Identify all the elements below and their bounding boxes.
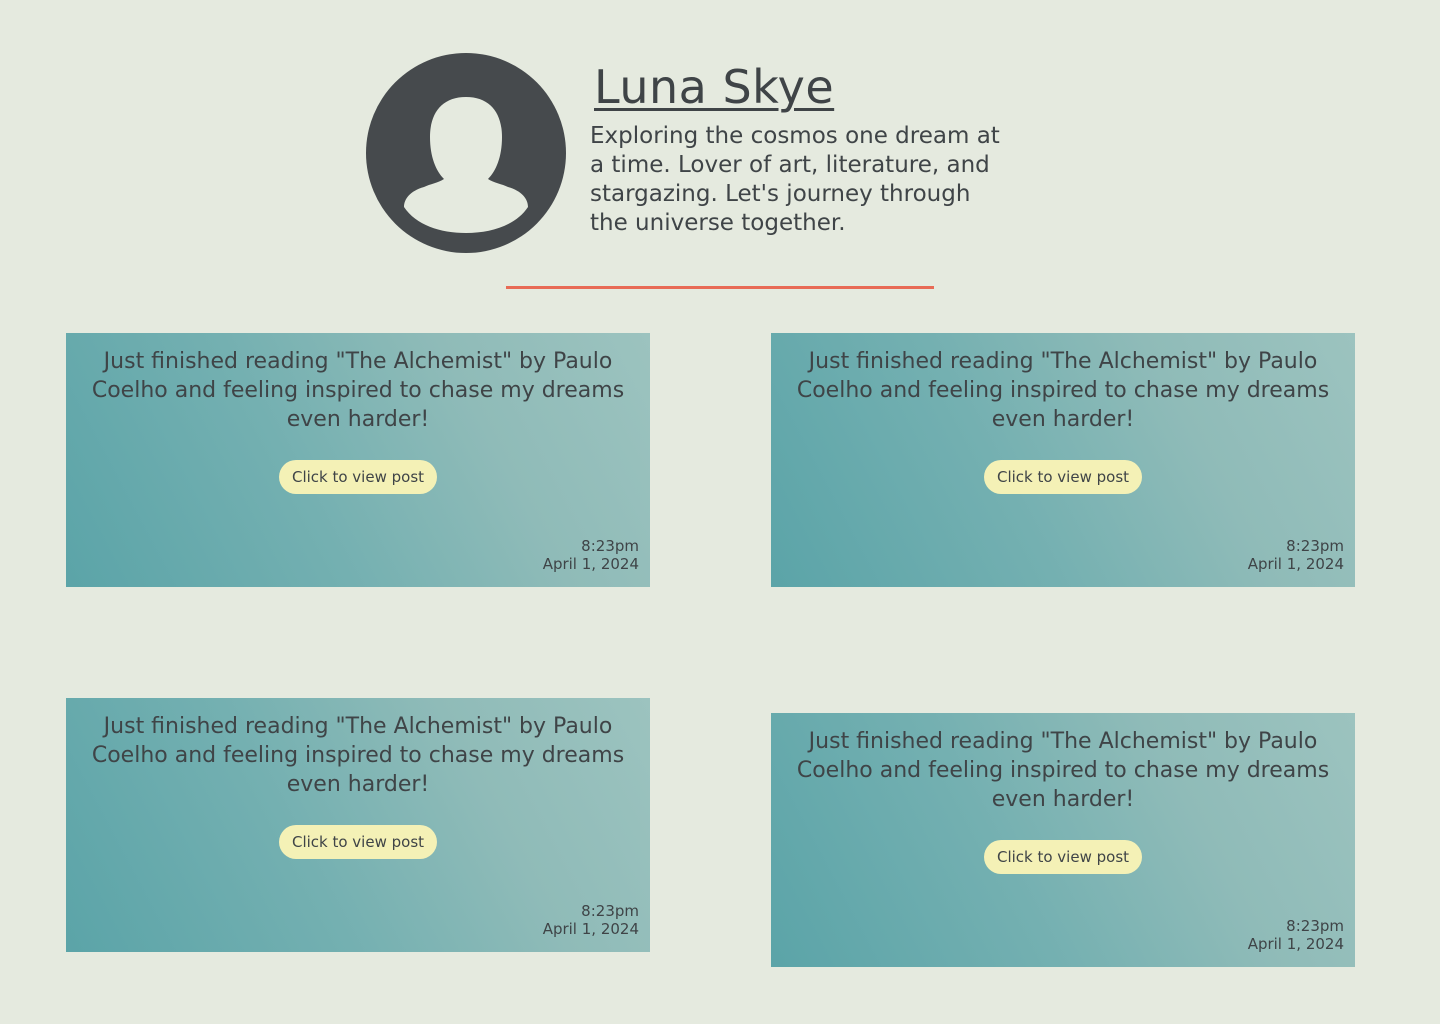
post-timestamp: 8:23pm April 1, 2024 xyxy=(543,902,639,938)
profile-bio: Exploring the cosmos one dream at a time… xyxy=(590,123,1000,236)
divider xyxy=(506,286,934,289)
post-date: April 1, 2024 xyxy=(1247,935,1344,953)
post-date: April 1, 2024 xyxy=(1247,555,1344,573)
post-text: Just finished reading "The Alchemist" by… xyxy=(796,349,1330,432)
view-post-button[interactable]: Click to view post xyxy=(279,460,437,494)
post-card: Just finished reading "The Alchemist" by… xyxy=(771,713,1355,967)
post-card: Just finished reading "The Alchemist" by… xyxy=(771,333,1355,587)
post-text: Just finished reading "The Alchemist" by… xyxy=(91,349,625,432)
post-date: April 1, 2024 xyxy=(542,920,639,938)
view-post-button[interactable]: Click to view post xyxy=(279,825,437,859)
view-post-button[interactable]: Click to view post xyxy=(984,460,1142,494)
post-time: 8:23pm xyxy=(581,537,639,555)
post-timestamp: 8:23pm April 1, 2024 xyxy=(1248,917,1344,953)
post-time: 8:23pm xyxy=(1286,917,1344,935)
post-time: 8:23pm xyxy=(1286,537,1344,555)
post-text: Just finished reading "The Alchemist" by… xyxy=(91,714,625,797)
post-card: Just finished reading "The Alchemist" by… xyxy=(66,333,650,587)
post-text: Just finished reading "The Alchemist" by… xyxy=(796,729,1330,812)
post-card: Just finished reading "The Alchemist" by… xyxy=(66,698,650,952)
post-timestamp: 8:23pm April 1, 2024 xyxy=(1248,537,1344,573)
avatar[interactable] xyxy=(366,53,566,253)
post-timestamp: 8:23pm April 1, 2024 xyxy=(543,537,639,573)
user-silhouette-icon xyxy=(366,53,566,253)
post-date: April 1, 2024 xyxy=(542,555,639,573)
view-post-button[interactable]: Click to view post xyxy=(984,840,1142,874)
profile-name[interactable]: Luna Skye xyxy=(594,58,834,116)
post-time: 8:23pm xyxy=(581,902,639,920)
